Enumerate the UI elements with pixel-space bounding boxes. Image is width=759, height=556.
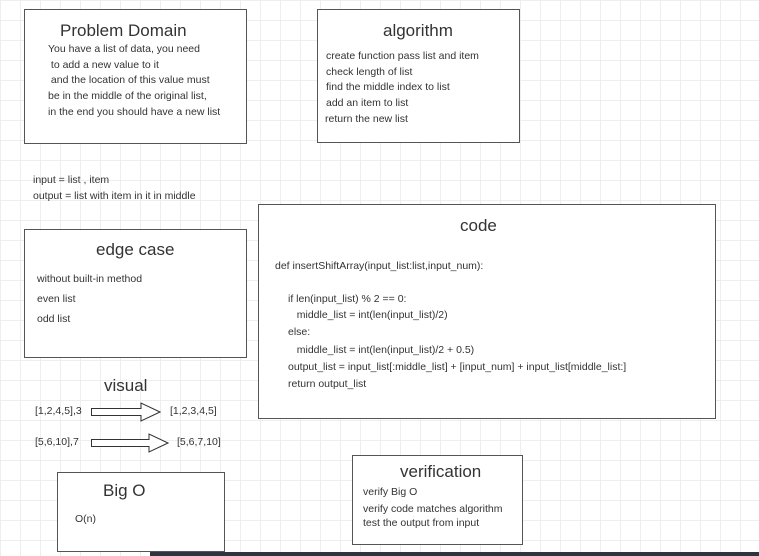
edge-case-line: even list: [37, 293, 76, 305]
code-signature: def insertShiftArray(input_list:list,inp…: [275, 260, 484, 272]
problem-line: in the end you should have a new list: [48, 106, 221, 118]
edge-case-line: odd list: [37, 313, 71, 325]
input-text: input = list , item: [33, 174, 110, 186]
visual-to: [1,2,3,4,5]: [170, 405, 217, 417]
verification-line: verify code matches algorithm: [363, 503, 503, 515]
problem-line: be in the middle of the original list,: [48, 90, 207, 102]
bottom-scrollbar[interactable]: [150, 552, 759, 556]
problem-line: to add a new value to it: [48, 59, 159, 71]
visual-from: [5,6,10],7: [35, 436, 79, 448]
problem-line: and the location of this value must: [48, 74, 210, 86]
code-line: output_list = input_list[:middle_list] +…: [288, 361, 627, 373]
edge-case-title: edge case: [96, 240, 175, 259]
code-line: middle_list = int(len(input_list)/2): [288, 309, 448, 321]
problem-domain-title: Problem Domain: [60, 21, 187, 40]
visual-from: [1,2,4,5],3: [35, 405, 82, 417]
big-o-value: O(n): [75, 513, 96, 525]
code-line: middle_list = int(len(input_list)/2 + 0.…: [288, 344, 475, 356]
problem-line: You have a list of data, you need: [48, 43, 200, 55]
code-line: return output_list: [288, 378, 367, 390]
visual-title: visual: [104, 376, 148, 395]
verification-line: test the output from input: [363, 517, 480, 529]
big-o-title: Big O: [103, 481, 146, 500]
code-title: code: [460, 216, 497, 235]
algorithm-line: check length of list: [326, 66, 413, 78]
verification-line: verify Big O: [363, 486, 418, 498]
right-arrow-icon: [91, 402, 161, 422]
code-line: if len(input_list) % 2 == 0:: [288, 293, 407, 305]
algorithm-line: find the middle index to list: [326, 81, 450, 93]
algorithm-line: create function pass list and item: [326, 50, 479, 62]
output-text: output = list with item in it in middle: [33, 190, 196, 202]
edge-case-line: without built-in method: [37, 273, 143, 285]
algorithm-line: add an item to list: [326, 97, 409, 109]
visual-to: [5,6,7,10]: [177, 436, 221, 448]
algorithm-title: algorithm: [383, 21, 453, 40]
code-line: else:: [288, 326, 311, 338]
algorithm-line: return the new list: [325, 113, 408, 125]
verification-title: verification: [400, 462, 482, 481]
right-arrow-icon: [91, 433, 169, 453]
